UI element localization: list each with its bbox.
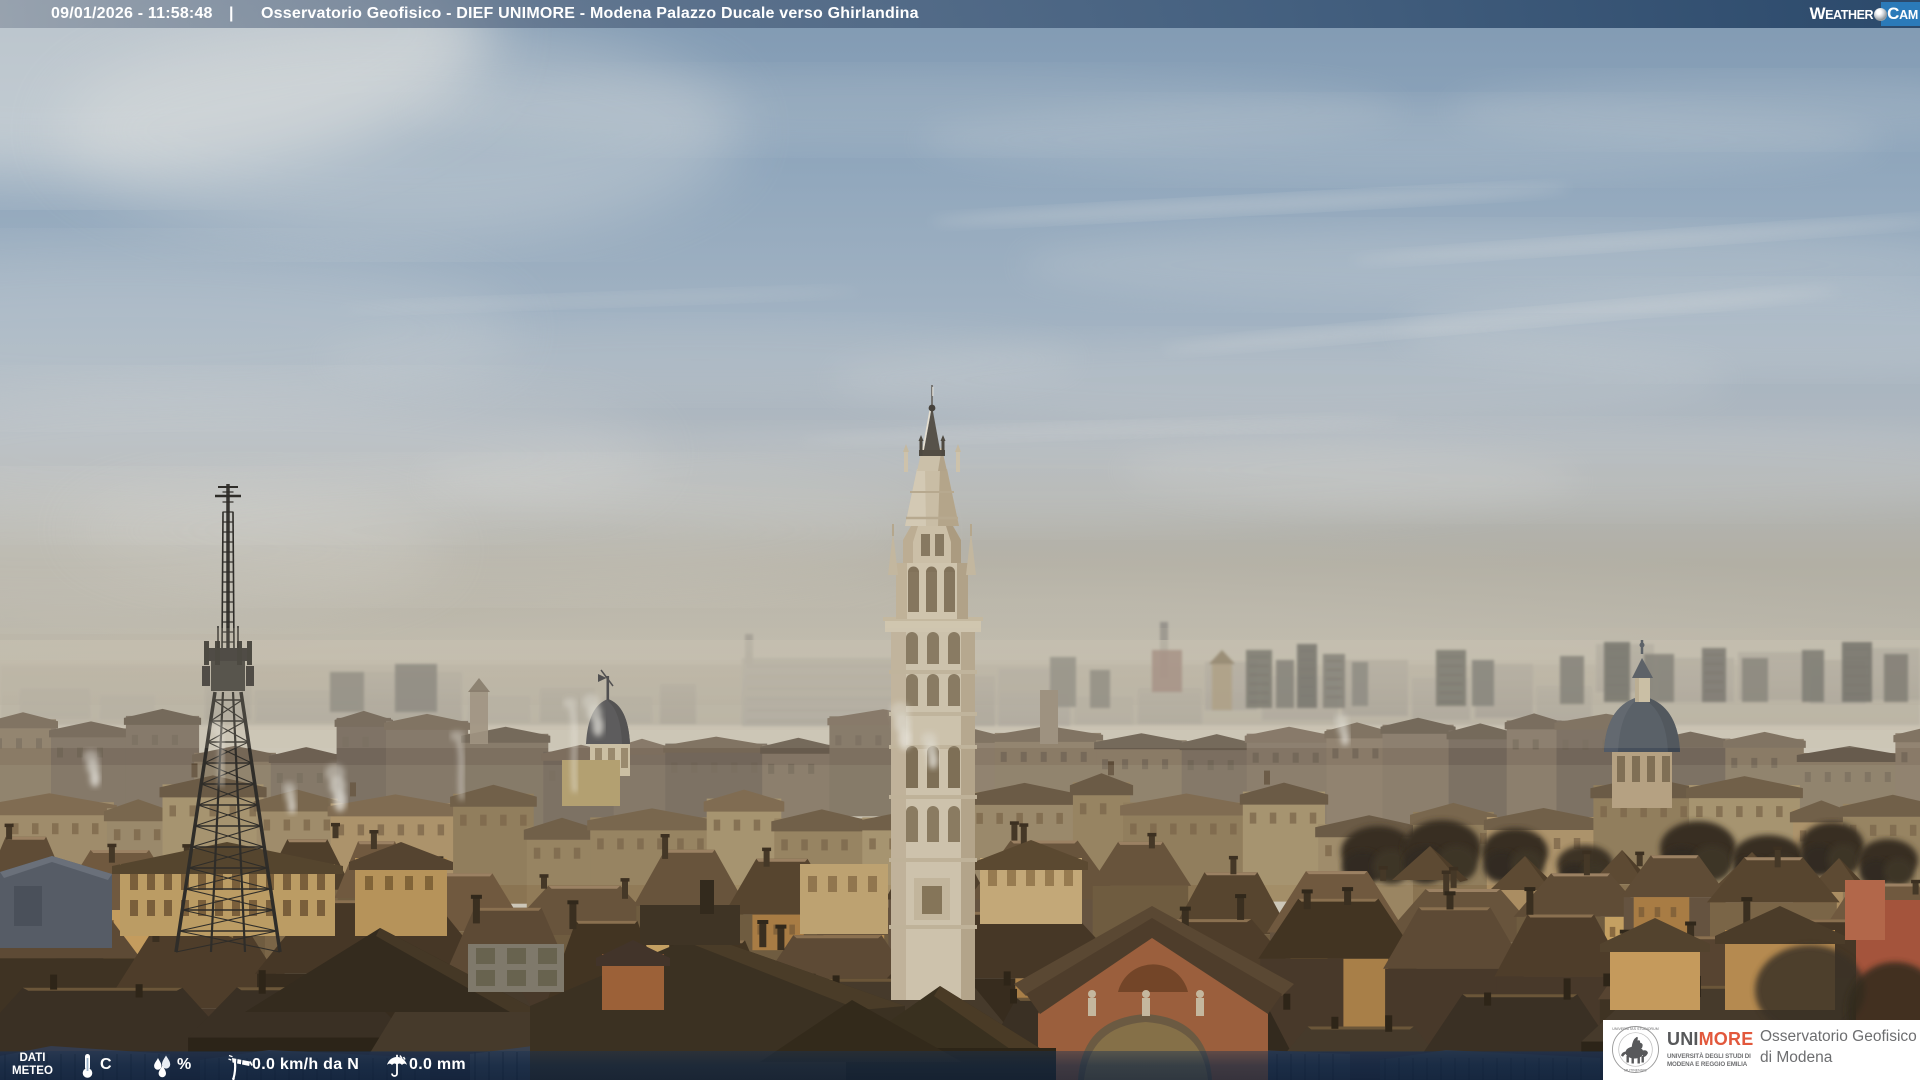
svg-text:UNIVERSITAS STUDIORUM: UNIVERSITAS STUDIORUM <box>1612 1027 1658 1031</box>
svg-text:MUTINENSIS: MUTINENSIS <box>1624 1069 1647 1073</box>
